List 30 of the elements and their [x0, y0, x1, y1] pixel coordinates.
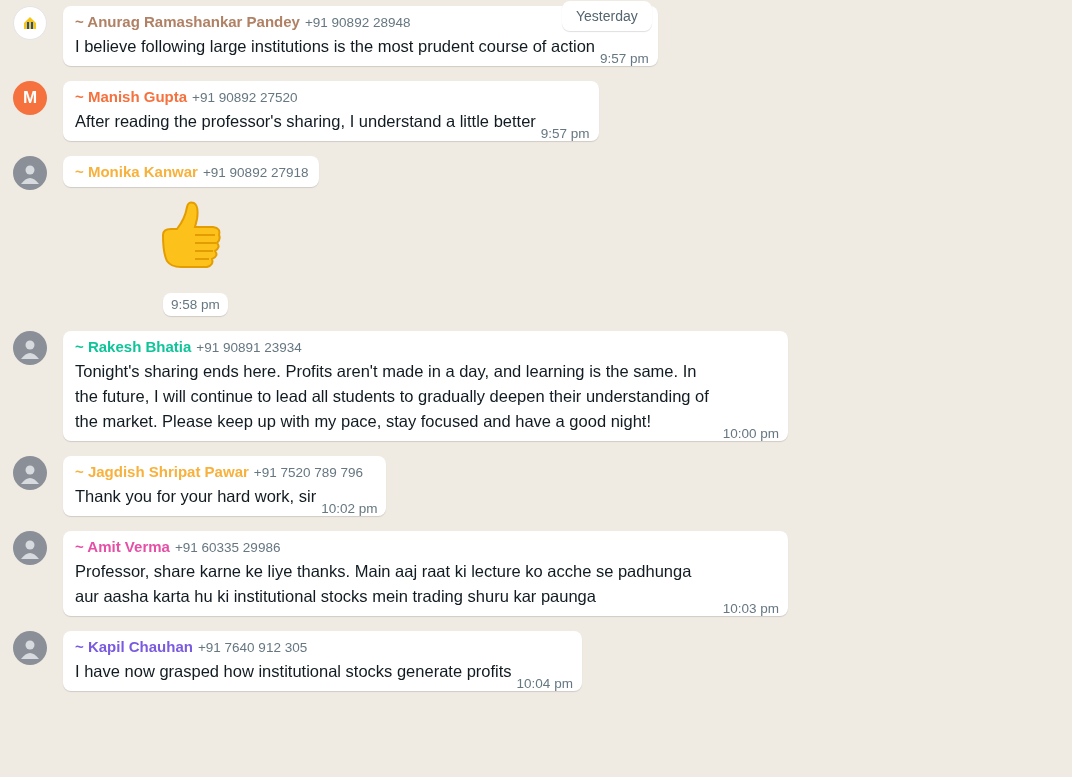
message-time: 10:02 pm: [321, 501, 378, 516]
phone-number: +91 90891 23934: [196, 340, 302, 355]
phone-number: +91 90892 27918: [202, 165, 309, 180]
message-text: Professor, share karne ke liye thanks. Main aaj raat ki lecture ko acche se padhunga aur aasha karta hu ki institutional stocks mein trading shuru kar paunga: [75, 561, 693, 607]
message-time: 9:57 pm: [540, 126, 590, 141]
date-chip: Yesterday: [562, 1, 652, 31]
sender-name[interactable]: ~ Anurag Ramashankar Pandey: [75, 13, 300, 30]
phone-number: +91 7520 789 796: [253, 465, 364, 480]
message-time: 10:00 pm: [722, 426, 779, 441]
sender-name[interactable]: ~ Rakesh Bhatia: [75, 338, 192, 355]
sender-name[interactable]: ~ Monika Kanwar: [75, 163, 198, 180]
sender-name[interactable]: ~ Jagdish Shripat Pawar: [75, 463, 249, 480]
message-text: I have now grasped how institutional stocks generate profits: [75, 661, 512, 682]
phone-number: +91 90892 27520: [192, 90, 298, 105]
message-text: Thank you for your hard work, sir: [75, 486, 317, 507]
message-time: 10:04 pm: [516, 676, 573, 691]
message-text: Tonight's sharing ends here. Profits aren't made in a day, and learning is the same. In the future, I will continue to lead all students to gradually deepen their understanding of the market. Please keep up with my pace, stay focused and have a good night!: [75, 361, 710, 432]
message-time: 10:03 pm: [722, 601, 779, 616]
message-time: 9:58 pm: [163, 293, 228, 316]
message-text: I believe following large institutions is the most prudent course of action: [75, 36, 596, 57]
phone-number: +91 60335 29986: [174, 540, 281, 555]
sender-name[interactable]: ~ Kapil Chauhan: [75, 638, 193, 655]
sender-name[interactable]: ~ Manish Gupta: [75, 88, 188, 105]
phone-number: +91 7640 912 305: [197, 640, 308, 655]
message-time: 9:57 pm: [600, 51, 649, 66]
phone-number: +91 90892 28948: [304, 15, 411, 30]
sender-name[interactable]: ~ Amit Verma: [75, 538, 170, 555]
house-logo-icon: [22, 15, 38, 31]
avatar: M: [13, 81, 47, 115]
message-text: After reading the professor's sharing, I understand a little better: [75, 111, 536, 132]
